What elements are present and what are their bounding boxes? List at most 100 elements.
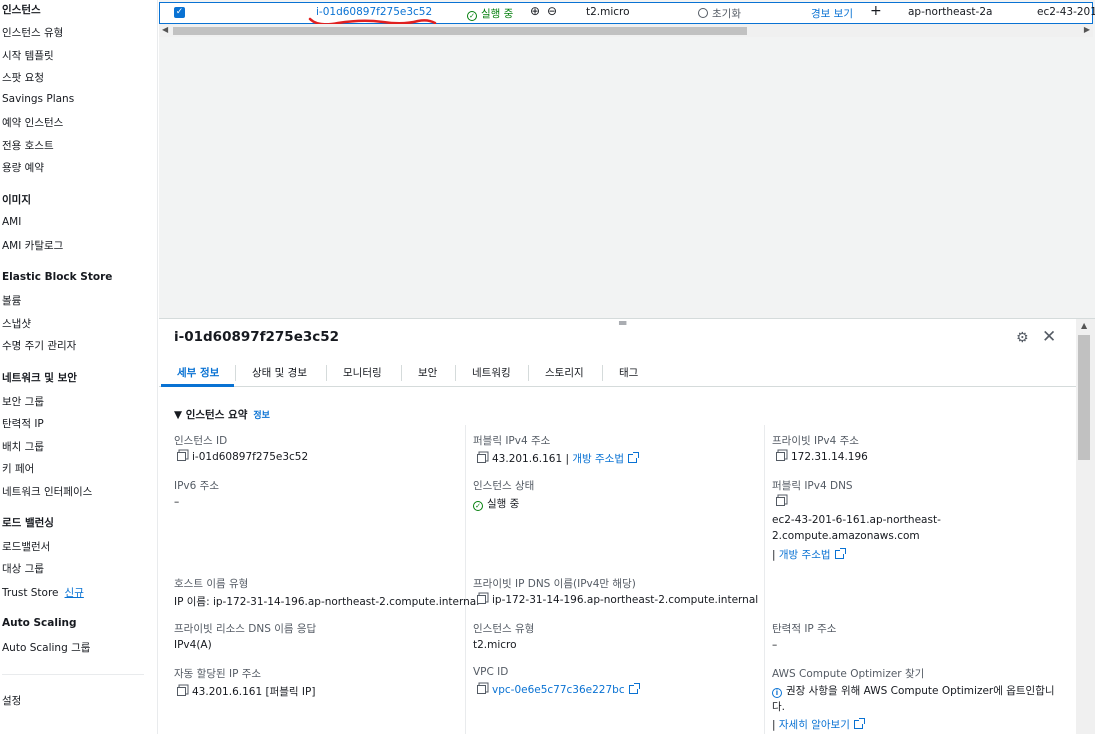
instance-id-value: i-01d60897f275e3c52 [177, 451, 308, 463]
auto-ip-value: 43.201.6.161 [퍼블릭 IP] [177, 684, 315, 699]
sidebar-header-instances: 인스턴스 [2, 4, 41, 16]
external-link-icon[interactable] [853, 718, 865, 729]
sidebar-item-trust-store[interactable]: Trust Store 신규 [2, 585, 84, 600]
horizontal-scrollbar[interactable]: ◀ ▶ [159, 24, 1093, 37]
copy-icon[interactable] [776, 497, 785, 506]
caret-down-icon: ▼ [174, 409, 186, 421]
tab-details[interactable]: 세부 정보 [177, 365, 219, 380]
zoom-in-icon[interactable]: ⊕ [530, 4, 540, 18]
sidebar-item-auto-scaling-groups[interactable]: Auto Scaling 그룹 [2, 640, 90, 655]
vpc-label: VPC ID [473, 666, 509, 678]
info-link[interactable]: 정보 [253, 411, 270, 421]
external-link-icon[interactable] [628, 683, 640, 694]
add-alarm-icon[interactable]: + [870, 3, 882, 19]
resize-handle-icon[interactable]: ═ [619, 316, 626, 330]
tab-tags[interactable]: 태그 [619, 365, 638, 380]
sidebar-header-load-balancing: 로드 밸런싱 [2, 517, 54, 529]
scroll-up-icon[interactable]: ▲ [1081, 321, 1087, 330]
sidebar-divider [2, 674, 144, 675]
close-icon[interactable]: ✕ [1042, 327, 1056, 347]
sidebar-item-snapshots[interactable]: 스냅샷 [2, 316, 31, 331]
open-address-link[interactable]: 개방 주소법 [779, 549, 831, 561]
row-checkbox[interactable]: ✓ [174, 7, 185, 18]
new-badge[interactable]: 신규 [65, 587, 84, 599]
status-check-cell: 초기화 [698, 6, 741, 21]
separator: | [562, 453, 573, 465]
instance-state-cell: ✓ 실행 중 [467, 6, 513, 21]
tab-storage[interactable]: 스토리지 [545, 365, 584, 380]
private-ipv4-text: 172.31.14.196 [791, 451, 868, 463]
clock-icon [698, 8, 708, 18]
tab-monitoring[interactable]: 모니터링 [343, 365, 382, 380]
instance-type-label: 인스턴스 유형 [473, 623, 535, 635]
sidebar-item-reserved-instances[interactable]: 예약 인스턴스 [2, 115, 63, 130]
check-circle-icon: ✓ [473, 501, 483, 511]
sidebar-item-spot-requests[interactable]: 스팟 요청 [2, 70, 44, 85]
sidebar-item-dedicated-hosts[interactable]: 전용 호스트 [2, 138, 54, 153]
view-alarms-link[interactable]: 경보 보기 [811, 6, 853, 21]
optimizer-line2[interactable]: 다. [772, 699, 785, 714]
sidebar-header-network: 네트워크 및 보안 [2, 372, 77, 384]
learn-more-row: | 자세히 알아보기 [772, 717, 865, 732]
sidebar-item-capacity-reservations[interactable]: 용량 예약 [2, 160, 44, 175]
sidebar-item-ami[interactable]: AMI [2, 216, 21, 228]
sidebar-item-lifecycle-manager[interactable]: 수명 주기 관리자 [2, 338, 76, 353]
sidebar-item-security-groups[interactable]: 보안 그룹 [2, 394, 44, 409]
public-ipv4-text: 43.201.6.161 [492, 453, 563, 465]
sidebar-item-ami-catalog[interactable]: AMI 카탈로그 [2, 238, 63, 253]
zoom-out-icon[interactable]: ⊖ [547, 4, 557, 18]
vertical-scrollbar[interactable]: ▲ [1076, 319, 1095, 734]
private-ipv4-value: 172.31.14.196 [776, 451, 868, 463]
scrollbar-thumb[interactable] [1078, 335, 1090, 460]
copy-icon[interactable] [477, 685, 486, 694]
scrollbar-thumb[interactable] [173, 27, 747, 35]
sidebar-item-load-balancers[interactable]: 로드밸런서 [2, 539, 50, 554]
gear-icon[interactable]: ⚙ [1016, 330, 1029, 346]
sidebar-item-network-interfaces[interactable]: 네트워크 인터페이스 [2, 484, 92, 499]
sidebar-item-savings-plans[interactable]: Savings Plans [2, 93, 74, 105]
tab-security[interactable]: 보안 [418, 365, 437, 380]
public-ipv4-label: 퍼블릭 IPv4 주소 [473, 435, 551, 447]
external-link-icon[interactable] [628, 452, 639, 463]
sidebar-item-placement-groups[interactable]: 배치 그룹 [2, 439, 44, 454]
table-row[interactable]: ✓ i-01d60897f275e3c52 ✓ 실행 중 ⊕ ⊖ t2.micro… [159, 2, 1095, 26]
sidebar-item-target-groups[interactable]: 대상 그룹 [2, 561, 44, 576]
sidebar-item-trust-store-label: Trust Store [2, 587, 59, 599]
scroll-left-icon[interactable]: ◀ [162, 25, 168, 34]
instance-summary-header[interactable]: ▼ 인스턴스 요약 정보 [174, 407, 270, 422]
sidebar-item-instance-types[interactable]: 인스턴스 유형 [2, 25, 63, 40]
copy-icon[interactable] [477, 595, 486, 604]
private-dns-value: ip-172-31-14-196.ap-northeast-2.compute.… [477, 594, 758, 606]
copy-icon[interactable] [177, 452, 186, 461]
sidebar-item-elastic-ips[interactable]: 탄력적 IP [2, 416, 44, 431]
elastic-ip-label: 탄력적 IP 주소 [772, 623, 837, 635]
instance-state-text: 실행 중 [487, 498, 520, 510]
sidebar-item-key-pairs[interactable]: 키 페어 [2, 461, 34, 476]
copy-icon[interactable] [776, 452, 785, 461]
private-dns-text: ip-172-31-14-196.ap-northeast-2.compute.… [492, 594, 759, 606]
instance-type-cell: t2.micro [586, 6, 630, 18]
external-link-icon[interactable] [834, 548, 846, 559]
instance-type-value: t2.micro [473, 639, 517, 651]
optimizer-line1[interactable]: i 권장 사항을 위해 AWS Compute Optimizer에 옵트인합니 [772, 683, 1055, 698]
sidebar-header-ebs: Elastic Block Store [2, 271, 113, 283]
tab-status-alarms[interactable]: 상태 및 경보 [252, 365, 307, 380]
vpc-value: vpc-0e6e5c77c36e227bc [477, 683, 640, 696]
instance-id-label: 인스턴스 ID [174, 435, 228, 447]
copy-icon[interactable] [477, 454, 486, 463]
sidebar-item-settings[interactable]: 설정 [2, 693, 21, 708]
auto-ip-label: 자동 할당된 IP 주소 [174, 668, 262, 680]
tab-networking[interactable]: 네트워킹 [472, 365, 511, 380]
scroll-right-icon[interactable]: ▶ [1084, 25, 1090, 34]
vpc-link[interactable]: vpc-0e6e5c77c36e227bc [492, 684, 625, 696]
sidebar-item-launch-templates[interactable]: 시작 템플릿 [2, 48, 54, 63]
open-address-link[interactable]: 개방 주소법 [572, 453, 624, 465]
optimizer-text: 권장 사항을 위해 AWS Compute Optimizer에 옵트인합니 [786, 685, 1055, 697]
learn-more-link[interactable]: 자세히 알아보기 [779, 719, 850, 731]
public-dns-cell: ec2-43-201 [1037, 6, 1095, 18]
sidebar-item-volumes[interactable]: 볼륨 [2, 293, 21, 308]
separator: | [772, 719, 779, 731]
section-title: 인스턴스 요약 [185, 409, 248, 421]
public-dns-line1: ec2-43-201-6-161.ap-northeast- [772, 514, 941, 526]
copy-icon[interactable] [177, 687, 186, 696]
